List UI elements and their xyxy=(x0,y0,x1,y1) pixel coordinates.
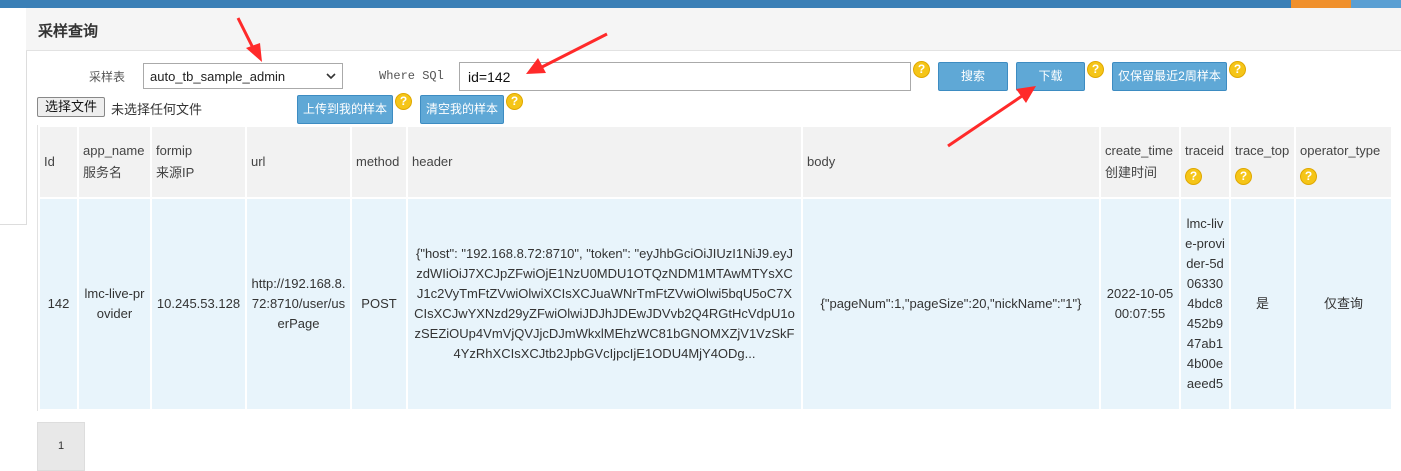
top-accent-light xyxy=(1351,0,1401,8)
where-sql-input[interactable]: id=142 xyxy=(459,62,911,91)
page-title: 采样查询 xyxy=(38,23,99,40)
help-icon[interactable]: ? xyxy=(1300,168,1317,185)
col-header-label: Id xyxy=(44,154,55,169)
cell-header: {"host": "192.168.8.72:8710", "token": "… xyxy=(408,199,801,409)
help-icon[interactable]: ? xyxy=(1087,61,1104,78)
top-accent-bar xyxy=(0,0,1401,8)
upload-sample-button[interactable]: 上传到我的样本 xyxy=(297,95,393,124)
no-file-text: 未选择任何文件 xyxy=(111,102,203,117)
top-accent-orange xyxy=(1291,0,1351,8)
chevron-down-icon xyxy=(326,73,336,80)
col-header-traceid: traceid? xyxy=(1181,127,1229,197)
sample-table-value: auto_tb_sample_admin xyxy=(150,69,286,84)
sample-table-select[interactable]: auto_tb_sample_admin xyxy=(143,63,343,89)
panel-header: 采样查询 xyxy=(26,8,1401,51)
download-button[interactable]: 下载 xyxy=(1016,62,1085,91)
keep-recent-button[interactable]: 仅保留最近2周样本 xyxy=(1112,62,1227,91)
left-rail xyxy=(0,8,27,225)
col-header-id: Id xyxy=(40,127,77,197)
cell-method: POST xyxy=(352,199,406,409)
cell-app-name: lmc-live-provider xyxy=(79,199,150,409)
help-icon[interactable]: ? xyxy=(913,61,930,78)
col-header-label: formip xyxy=(156,143,193,158)
help-icon[interactable]: ? xyxy=(506,93,523,110)
col-header-label: method xyxy=(356,154,400,169)
sample-table: Id app_name 服务名 formip 来源IP url method hea… xyxy=(37,125,1393,411)
cell-operator-type: 仅查询 xyxy=(1296,199,1391,409)
col-header-label: traceid xyxy=(1185,143,1225,158)
cell-traceid: lmc-live-provider-5d063304bdc8452b947ab1… xyxy=(1181,199,1229,409)
col-header-label: header xyxy=(412,154,453,169)
where-sql-value: id=142 xyxy=(468,69,511,85)
col-header-label: url xyxy=(251,154,266,169)
where-sql-label: Where SQl xyxy=(379,69,444,83)
help-icon[interactable]: ? xyxy=(1235,168,1252,185)
col-header-method: method xyxy=(352,127,406,197)
cell-id: 142 xyxy=(40,199,77,409)
col-header-header: header xyxy=(408,127,801,197)
choose-file-button[interactable]: 选择文件 xyxy=(37,97,105,117)
cell-body: {"pageNum":1,"pageSize":20,"nickName":"1… xyxy=(803,199,1099,409)
col-header-sublabel: 来源IP xyxy=(156,165,195,180)
col-header-label: operator_type xyxy=(1300,143,1381,158)
cell-formip: 10.245.53.128 xyxy=(152,199,245,409)
col-header-label: app_name xyxy=(83,143,145,158)
col-header-body: body xyxy=(803,127,1099,197)
col-header-sublabel: 服务名 xyxy=(83,165,123,180)
col-header-label: create_time xyxy=(1105,143,1173,158)
clear-sample-button[interactable]: 清空我的样本 xyxy=(420,95,504,124)
col-header-label: body xyxy=(807,154,836,169)
col-header-trace-top: trace_top? xyxy=(1231,127,1294,197)
help-icon[interactable]: ? xyxy=(395,93,412,110)
pagination-page[interactable]: 1 xyxy=(37,422,85,471)
col-header-label: trace_top xyxy=(1235,143,1290,158)
help-icon[interactable]: ? xyxy=(1229,61,1246,78)
search-button[interactable]: 搜索 xyxy=(938,62,1008,91)
cell-trace-top: 是 xyxy=(1231,199,1294,409)
col-header-sublabel: 创建时间 xyxy=(1105,165,1158,180)
col-header-operator-type: operator_type? xyxy=(1296,127,1391,197)
sample-table-label: 采样表 xyxy=(89,70,126,84)
cell-url: http://192.168.8.72:8710/user/userPage xyxy=(247,199,350,409)
col-header-create-time: create_time 创建时间 xyxy=(1101,127,1179,197)
col-header-app-name: app_name 服务名 xyxy=(79,127,150,197)
table-row[interactable]: 142 lmc-live-provider 10.245.53.128 http… xyxy=(40,199,1391,409)
col-header-formip: formip 来源IP xyxy=(152,127,245,197)
col-header-url: url xyxy=(247,127,350,197)
cell-create-time: 2022-10-05 00:07:55 xyxy=(1101,199,1179,409)
table-header-row: Id app_name 服务名 formip 来源IP url method hea… xyxy=(40,127,1391,197)
help-icon[interactable]: ? xyxy=(1185,168,1202,185)
